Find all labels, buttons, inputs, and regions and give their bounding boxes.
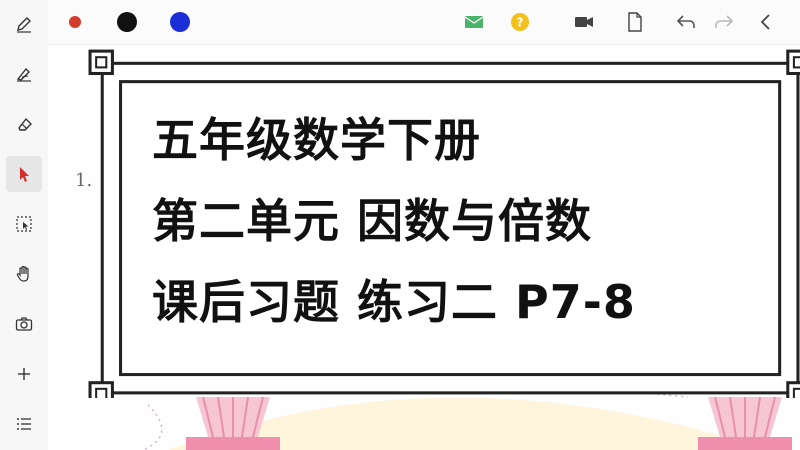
redo-button[interactable] [712, 10, 736, 34]
svg-text:?: ? [517, 16, 524, 30]
mail-icon [464, 16, 484, 28]
black-color-swatch[interactable] [117, 12, 137, 32]
select-region-tool-button[interactable] [6, 206, 42, 242]
video-camera-icon [575, 17, 593, 27]
pointer-icon [20, 167, 29, 182]
eraser-tool-button[interactable] [6, 106, 42, 142]
mail-button[interactable] [462, 10, 486, 34]
back-chevron-icon [760, 14, 770, 30]
title-line-3: 课后习题 练习二 P7-8 [152, 275, 636, 329]
help-icon: ? [511, 13, 529, 31]
menu-tool-button[interactable] [6, 406, 42, 442]
blue-color-swatch[interactable] [170, 12, 190, 32]
highlighter-tool-button[interactable] [6, 56, 42, 92]
menu-icon [17, 418, 31, 430]
add-tool-button[interactable] [6, 356, 42, 392]
right-pink-decoration [698, 396, 792, 450]
add-icon [18, 368, 30, 380]
help-button[interactable]: ? [508, 10, 532, 34]
camera-tool-button[interactable] [6, 306, 42, 342]
page-icon [628, 12, 642, 32]
pen-tool-button[interactable] [6, 6, 42, 42]
top-toolbar: ? [48, 0, 800, 45]
hand-tool-button[interactable] [6, 256, 42, 292]
undo-icon [676, 15, 695, 28]
redo-icon [715, 15, 734, 28]
eraser-icon [18, 117, 32, 131]
title-line-1: 五年级数学下册 [152, 113, 481, 167]
pointer-tool-button[interactable] [6, 156, 42, 192]
hand-icon [16, 265, 29, 282]
record-video-button[interactable] [572, 10, 596, 34]
back-button[interactable] [754, 10, 778, 34]
select-region-icon [16, 216, 32, 232]
undo-button[interactable] [674, 10, 698, 34]
red-color-swatch[interactable] [69, 16, 81, 28]
camera-icon [15, 317, 33, 331]
pen-icon [17, 17, 31, 33]
highlighter-icon [16, 67, 31, 82]
page-button[interactable] [623, 10, 647, 34]
title-line-2: 第二单元 因数与倍数 [152, 194, 593, 248]
left-toolbar [0, 0, 49, 450]
